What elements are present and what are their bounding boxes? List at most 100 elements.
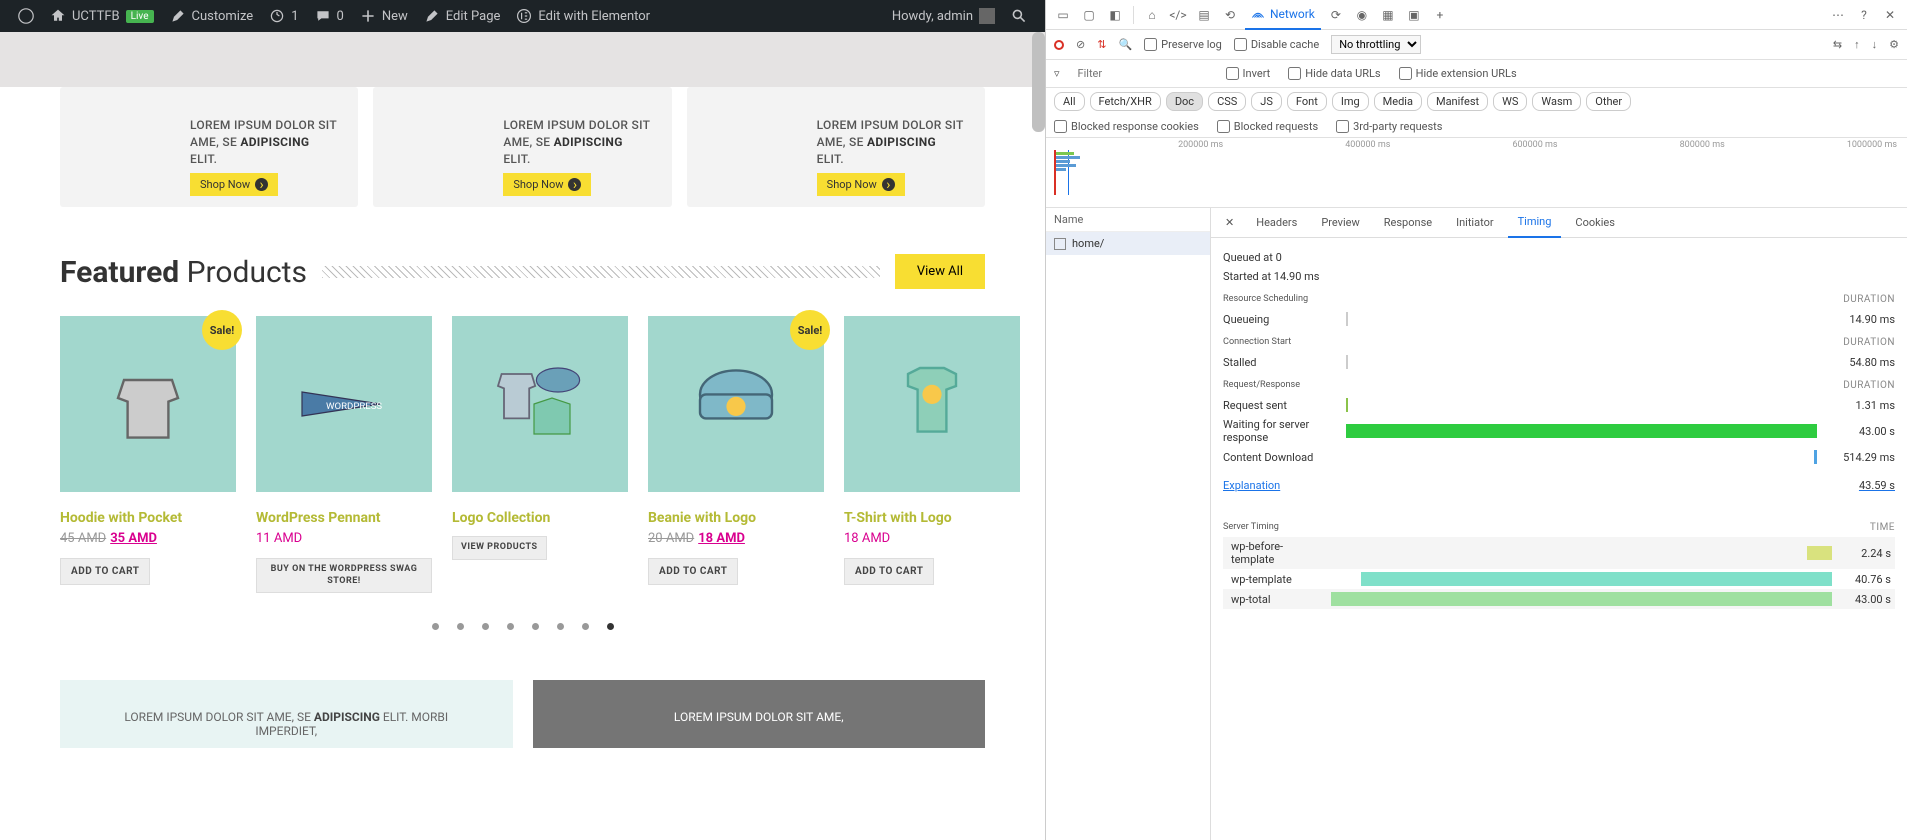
updates-link[interactable]: 1 xyxy=(261,8,306,24)
shop-now-button[interactable]: Shop Now xyxy=(190,173,278,196)
hide-data-urls-checkbox[interactable]: Hide data URLs xyxy=(1288,67,1380,80)
product-card[interactable]: T-Shirt with Logo 18 AMD ADD TO CART xyxy=(844,316,1020,593)
sources-icon[interactable]: ▤ xyxy=(1193,4,1215,26)
filter-chip[interactable]: Fetch/XHR xyxy=(1090,92,1161,111)
column-header-name[interactable]: Name xyxy=(1046,208,1210,232)
invert-checkbox[interactable]: Invert xyxy=(1226,67,1271,80)
filter-input[interactable] xyxy=(1078,67,1208,80)
blocked-cookies-checkbox[interactable]: Blocked response cookies xyxy=(1054,120,1199,133)
network-tab[interactable]: Network xyxy=(1245,0,1321,30)
detail-tab-response[interactable]: Response xyxy=(1374,208,1442,238)
network-timeline[interactable]: 200000 ms 400000 ms 600000 ms 800000 ms … xyxy=(1046,138,1907,208)
app-icon[interactable]: ▦ xyxy=(1377,4,1399,26)
product-card[interactable]: WORDPRESS WordPress Pennant 11 AMD BUY O… xyxy=(256,316,432,593)
preserve-log-checkbox[interactable]: Preserve log xyxy=(1144,38,1222,51)
product-image xyxy=(844,316,1020,492)
filter-chip[interactable]: CSS xyxy=(1208,92,1246,111)
filter-chip[interactable]: JS xyxy=(1251,92,1282,111)
third-party-checkbox[interactable]: 3rd-party requests xyxy=(1336,120,1442,133)
filter-chip[interactable]: WS xyxy=(1493,92,1527,111)
howdy-link[interactable]: Howdy, admin xyxy=(884,8,1003,24)
record-button[interactable] xyxy=(1054,40,1064,50)
shop-now-button[interactable]: Shop Now xyxy=(503,173,591,196)
home-icon[interactable]: ⌂ xyxy=(1141,4,1163,26)
filter-icon[interactable]: ⇅ xyxy=(1097,38,1106,51)
search-icon[interactable] xyxy=(1003,8,1035,24)
comments-link[interactable]: 0 xyxy=(307,8,352,24)
carousel-dot[interactable] xyxy=(482,623,489,630)
filter-chip[interactable]: Img xyxy=(1332,92,1369,111)
promo-card: LOREM IPSUM DOLOR SIT AME, SE ADIPISCING… xyxy=(60,87,358,207)
device-icon[interactable]: ▭ xyxy=(1052,4,1074,26)
detail-tab-initiator[interactable]: Initiator xyxy=(1446,208,1504,238)
new-link[interactable]: New xyxy=(352,8,416,24)
detail-tab-cookies[interactable]: Cookies xyxy=(1565,208,1624,238)
debugger-icon[interactable]: ⟲ xyxy=(1219,4,1241,26)
more-tabs-icon[interactable]: + xyxy=(1429,4,1451,26)
add-to-cart-button[interactable]: ADD TO CART xyxy=(60,558,150,585)
detail-tab-headers[interactable]: Headers xyxy=(1246,208,1307,238)
clear-icon[interactable]: ⊘ xyxy=(1076,38,1085,51)
device-icon[interactable]: ▢ xyxy=(1078,4,1100,26)
throttling-select[interactable]: No throttling xyxy=(1331,35,1421,54)
add-to-cart-button[interactable]: ADD TO CART xyxy=(648,558,738,585)
server-timing-row: wp-before-template 2.24 s xyxy=(1223,537,1895,569)
add-to-cart-button[interactable]: ADD TO CART xyxy=(844,558,934,585)
carousel-dot[interactable] xyxy=(532,623,539,630)
product-card[interactable]: Logo Collection VIEW PRODUCTS xyxy=(452,316,628,593)
page-scrollbar[interactable] xyxy=(1032,32,1045,132)
help-icon[interactable]: ? xyxy=(1853,4,1875,26)
carousel-dot[interactable] xyxy=(457,623,464,630)
sale-badge: Sale! xyxy=(790,310,830,350)
view-products-button[interactable]: VIEW PRODUCTS xyxy=(452,536,547,560)
filter-chip-all[interactable]: All xyxy=(1054,92,1085,111)
filter-chip[interactable]: Media xyxy=(1374,92,1422,111)
blocked-requests-checkbox[interactable]: Blocked requests xyxy=(1217,120,1318,133)
buy-external-button[interactable]: BUY ON THE WORDPRESS SWAG STORE! xyxy=(256,558,432,593)
product-price: 45 AMD35 AMD xyxy=(60,531,236,546)
product-card[interactable]: Sale! Beanie with Logo 20 AMD18 AMD ADD … xyxy=(648,316,824,593)
detail-tab-preview[interactable]: Preview xyxy=(1311,208,1369,238)
security-icon[interactable]: ▣ xyxy=(1403,4,1425,26)
search-icon[interactable]: 🔍 xyxy=(1118,38,1132,51)
product-price: 20 AMD18 AMD xyxy=(648,531,824,546)
product-card[interactable]: Sale! Hoodie with Pocket 45 AMD35 AMD AD… xyxy=(60,316,236,593)
filter-chip[interactable]: Manifest xyxy=(1427,92,1488,111)
carousel-dot[interactable] xyxy=(557,623,564,630)
dock-icon[interactable]: ◧ xyxy=(1104,4,1126,26)
filter-chip[interactable]: Wasm xyxy=(1532,92,1581,111)
filter-chip[interactable]: Other xyxy=(1586,92,1631,111)
disable-cache-checkbox[interactable]: Disable cache xyxy=(1234,38,1319,51)
detail-tab-timing[interactable]: Timing xyxy=(1508,208,1562,238)
filter-chip[interactable]: Font xyxy=(1287,92,1327,111)
performance-icon[interactable]: ⟳ xyxy=(1325,4,1347,26)
product-carousel: Sale! Hoodie with Pocket 45 AMD35 AMD AD… xyxy=(60,296,985,603)
settings-icon[interactable]: ⚙ xyxy=(1889,38,1899,51)
upload-icon[interactable]: ↑ xyxy=(1854,38,1860,51)
close-detail-icon[interactable]: ✕ xyxy=(1217,216,1242,229)
customize-link[interactable]: Customize xyxy=(162,8,262,24)
server-timing-row: wp-total 43.00 s xyxy=(1223,589,1895,609)
shop-now-button[interactable]: Shop Now xyxy=(817,173,905,196)
avatar xyxy=(979,8,995,24)
carousel-dot[interactable] xyxy=(582,623,589,630)
carousel-dot[interactable] xyxy=(607,623,614,630)
carousel-dot[interactable] xyxy=(432,623,439,630)
filter-chip[interactable]: Doc xyxy=(1166,92,1203,111)
edit-page-link[interactable]: Edit Page xyxy=(416,8,509,24)
wp-logo[interactable] xyxy=(10,8,42,24)
download-icon[interactable]: ↓ xyxy=(1872,38,1878,51)
memory-icon[interactable]: ◉ xyxy=(1351,4,1373,26)
view-all-button[interactable]: View All xyxy=(895,254,985,289)
kebab-icon[interactable]: ⋯ xyxy=(1827,4,1849,26)
edit-elementor-link[interactable]: Edit with Elementor xyxy=(508,8,658,24)
elements-icon[interactable]: </> xyxy=(1167,4,1189,26)
close-devtools-icon[interactable]: ✕ xyxy=(1879,4,1901,26)
request-row[interactable]: home/ xyxy=(1046,232,1210,255)
site-name[interactable]: UCTTFB Live xyxy=(42,8,162,24)
explanation-link[interactable]: Explanation xyxy=(1223,479,1280,492)
hide-ext-urls-checkbox[interactable]: Hide extension URLs xyxy=(1399,67,1517,80)
wifi-icon[interactable]: ⇆ xyxy=(1833,38,1842,51)
decorative-stripe xyxy=(322,266,880,278)
carousel-dot[interactable] xyxy=(507,623,514,630)
